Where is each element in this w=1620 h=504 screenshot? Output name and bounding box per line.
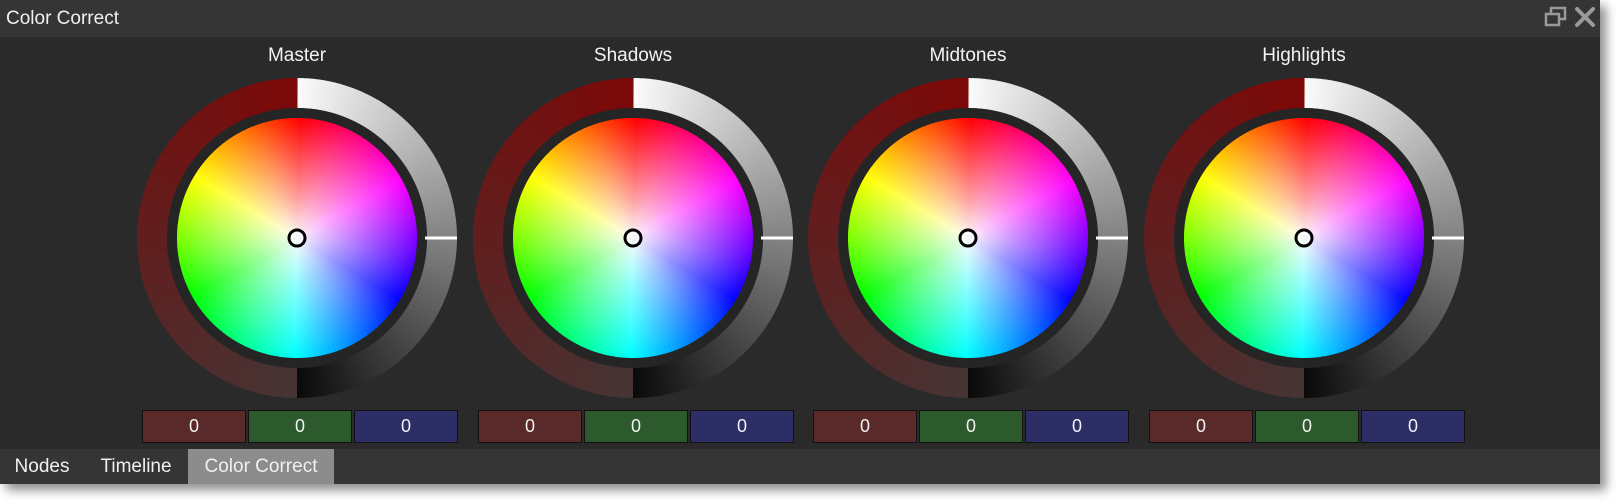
green-value-field[interactable]: 0 [1255, 410, 1359, 443]
color-wheel[interactable] [473, 37, 793, 407]
tab-timeline[interactable]: Timeline [84, 449, 188, 484]
red-value-field[interactable]: 0 [1149, 410, 1253, 443]
color-wheel[interactable] [137, 37, 457, 407]
color-wheels-area: Master 0 0 0 Shadows 0 0 0 Midtones 0 0 [0, 37, 1600, 449]
blue-value-field[interactable]: 0 [690, 410, 794, 443]
title-bar[interactable]: Color Correct [0, 0, 1600, 37]
wheel-panel-master: Master 0 0 0 [137, 37, 458, 449]
tab-nodes[interactable]: Nodes [0, 449, 84, 484]
red-value-field[interactable]: 0 [478, 410, 582, 443]
color-wheel[interactable] [1144, 37, 1464, 407]
wheel-panel-shadows: Shadows 0 0 0 [473, 37, 794, 449]
restore-window-icon[interactable] [1544, 6, 1568, 33]
blue-value-field[interactable]: 0 [1025, 410, 1129, 443]
rgb-values-row: 0 0 0 [478, 410, 798, 443]
green-value-field[interactable]: 0 [919, 410, 1023, 443]
red-value-field[interactable]: 0 [813, 410, 917, 443]
tab-color-correct[interactable]: Color Correct [188, 449, 334, 484]
wheel-panel-highlights: Highlights 0 0 0 [1144, 37, 1465, 449]
green-value-field[interactable]: 0 [584, 410, 688, 443]
tab-bar: Nodes Timeline Color Correct [0, 449, 1600, 484]
green-value-field[interactable]: 0 [248, 410, 352, 443]
rgb-values-row: 0 0 0 [142, 410, 462, 443]
color-wheel[interactable] [808, 37, 1128, 407]
rgb-values-row: 0 0 0 [1149, 410, 1469, 443]
red-value-field[interactable]: 0 [142, 410, 246, 443]
close-icon[interactable] [1574, 6, 1596, 33]
wheel-panel-midtones: Midtones 0 0 0 [808, 37, 1129, 449]
blue-value-field[interactable]: 0 [354, 410, 458, 443]
blue-value-field[interactable]: 0 [1361, 410, 1465, 443]
color-correct-window: Color Correct Master 0 0 0 Shadows 0 0 0… [0, 0, 1600, 484]
window-title: Color Correct [6, 8, 119, 29]
rgb-values-row: 0 0 0 [813, 410, 1133, 443]
